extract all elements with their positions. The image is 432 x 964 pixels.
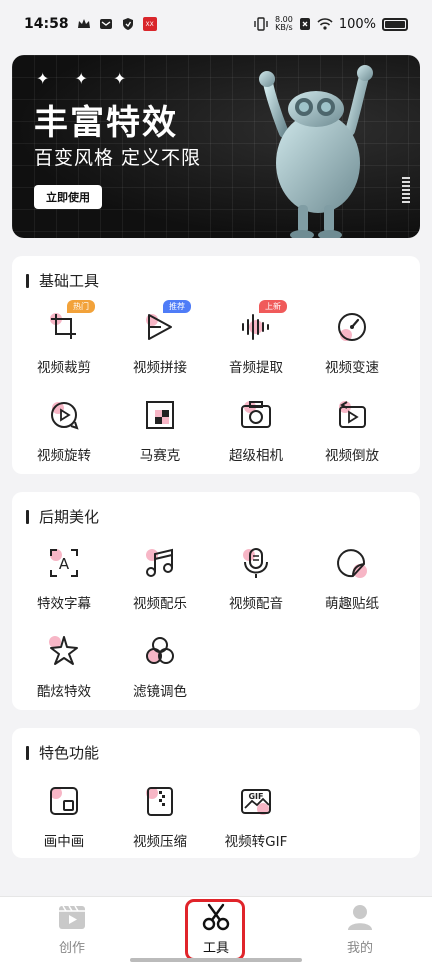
tool-mosaic[interactable]: 马赛克 xyxy=(112,398,208,464)
tool-cool-effects[interactable]: 酷炫特效 xyxy=(16,634,112,700)
use-now-button[interactable]: 立即使用 xyxy=(34,185,102,209)
music-note-icon xyxy=(146,548,173,577)
audio-wave-icon xyxy=(242,314,269,340)
vibrate-icon xyxy=(254,17,268,31)
section-title-text: 基础工具 xyxy=(39,272,100,290)
tool-audio-extract[interactable]: 上新 音频提取 xyxy=(208,300,304,376)
camera-icon xyxy=(241,401,271,428)
tool-picture-in-picture[interactable]: 画中画 xyxy=(16,784,112,850)
tool-label: 视频倒放 xyxy=(325,448,379,464)
video-clapper-icon xyxy=(59,905,85,929)
tool-video-crop[interactable]: 热门 视频裁剪 xyxy=(16,300,112,376)
speedometer-icon xyxy=(338,313,366,341)
tool-video-music[interactable]: 视频配乐 xyxy=(112,546,208,612)
section-title: 特色功能 xyxy=(26,742,99,763)
tool-label: 马赛克 xyxy=(139,448,181,464)
mascot-figure-illustration xyxy=(259,65,373,238)
mail-icon xyxy=(99,19,112,29)
tool-label: 画中画 xyxy=(43,834,85,850)
recommend-badge: 推荐 xyxy=(163,300,191,313)
user-icon xyxy=(348,905,372,930)
tool-video-to-gif[interactable]: GIF 视频转GIF xyxy=(208,784,304,850)
tool-cute-sticker[interactable]: 萌趣贴纸 xyxy=(304,546,400,612)
sparkle-star-icon xyxy=(49,636,78,665)
nav-label: 创作 xyxy=(58,941,85,956)
nav-create[interactable]: 创作 xyxy=(22,903,122,956)
tool-label: 特效字幕 xyxy=(37,596,91,612)
section-title: 基础工具 xyxy=(26,270,99,291)
new-badge: 上新 xyxy=(259,300,287,313)
merge-icon xyxy=(146,314,172,340)
barcode-decoration xyxy=(402,177,410,203)
tool-super-camera[interactable]: 超级相机 xyxy=(208,398,304,464)
compress-icon xyxy=(146,787,173,816)
tool-video-speed[interactable]: 视频变速 xyxy=(304,310,400,376)
banner-title: 丰富特效 xyxy=(34,103,178,143)
tool-video-rotate[interactable]: 视频旋转 xyxy=(16,398,112,464)
nav-label: 我的 xyxy=(346,941,373,956)
tool-effect-subtitle[interactable]: A 特效字幕 xyxy=(16,546,112,612)
news-app-icon: XX xyxy=(142,17,157,31)
status-time: 14:58 xyxy=(24,16,69,32)
shield-icon xyxy=(122,18,133,30)
battery-icon xyxy=(382,17,408,31)
svg-text:GIF: GIF xyxy=(248,792,263,801)
sim-x-icon xyxy=(299,18,310,30)
sparkle-stars: ✦ ✦ ✦ xyxy=(36,69,137,88)
active-tab-highlight xyxy=(185,899,245,961)
gif-icon: GIF xyxy=(241,789,271,815)
home-indicator-bar[interactable] xyxy=(130,958,302,962)
post-beautify-card: 后期美化 A 特效字幕 视频配乐 视频配音 萌趣贴纸 酷炫特效 滤镜调色 xyxy=(12,492,420,710)
svg-text:A: A xyxy=(59,555,70,573)
tool-label: 视频压缩 xyxy=(133,834,187,850)
banner-subtitle: 百变风格 定义不限 xyxy=(34,147,202,169)
tool-label: 视频配音 xyxy=(229,596,283,612)
tool-label: 视频配乐 xyxy=(133,596,187,612)
tool-label: 酷炫特效 xyxy=(37,684,91,700)
tool-video-compress[interactable]: 视频压缩 xyxy=(112,784,208,850)
tool-label: 音频提取 xyxy=(229,360,283,376)
mosaic-icon xyxy=(146,401,174,429)
tool-label: 视频裁剪 xyxy=(37,360,91,376)
reverse-icon xyxy=(339,401,366,428)
battery-percentage: 100% xyxy=(338,16,376,32)
hot-badge: 热门 xyxy=(67,300,95,313)
promo-banner[interactable]: ✦ ✦ ✦ 丰富特效 百变风格 定义不限 立即使用 xyxy=(12,55,420,238)
tool-label: 滤镜调色 xyxy=(133,684,187,700)
microphone-icon xyxy=(243,548,268,578)
tool-label: 视频旋转 xyxy=(37,448,91,464)
tool-label: 视频变速 xyxy=(325,360,379,376)
network-speed-unit: KB/s xyxy=(275,23,293,32)
nav-mine[interactable]: 我的 xyxy=(310,903,410,956)
tool-label: 视频转GIF xyxy=(224,834,288,850)
section-title: 后期美化 xyxy=(26,506,99,527)
wifi-icon xyxy=(317,18,333,30)
tool-filter-color[interactable]: 滤镜调色 xyxy=(112,634,208,700)
section-title-text: 特色功能 xyxy=(39,744,100,762)
status-bar: 14:58 XX 8.00 KB/s 100% xyxy=(0,0,432,48)
picture-in-picture-icon xyxy=(50,787,78,815)
tool-label: 视频拼接 xyxy=(133,360,187,376)
crown-icon xyxy=(77,19,90,28)
tool-label: 萌趣贴纸 xyxy=(325,596,379,612)
basic-tools-card: 基础工具 热门 视频裁剪 推荐 视频拼接 上新 音频提取 视频变速 视频旋转 马… xyxy=(12,256,420,474)
section-title-text: 后期美化 xyxy=(39,508,100,526)
tool-video-reverse[interactable]: 视频倒放 xyxy=(304,398,400,464)
network-speed: 8.00 KB/s xyxy=(275,16,293,32)
featured-functions-card: 特色功能 画中画 视频压缩 GIF 视频转GIF xyxy=(12,728,420,858)
tool-video-dubbing[interactable]: 视频配音 xyxy=(208,546,304,612)
sticker-icon xyxy=(337,549,367,578)
tool-label: 超级相机 xyxy=(229,448,283,464)
news-app-tag: XX xyxy=(145,20,154,28)
subtitle-icon: A xyxy=(50,549,78,577)
tool-video-merge[interactable]: 推荐 视频拼接 xyxy=(112,300,208,376)
rotate-icon xyxy=(51,402,79,430)
crop-icon xyxy=(50,313,76,339)
filter-circles-icon xyxy=(146,637,174,664)
